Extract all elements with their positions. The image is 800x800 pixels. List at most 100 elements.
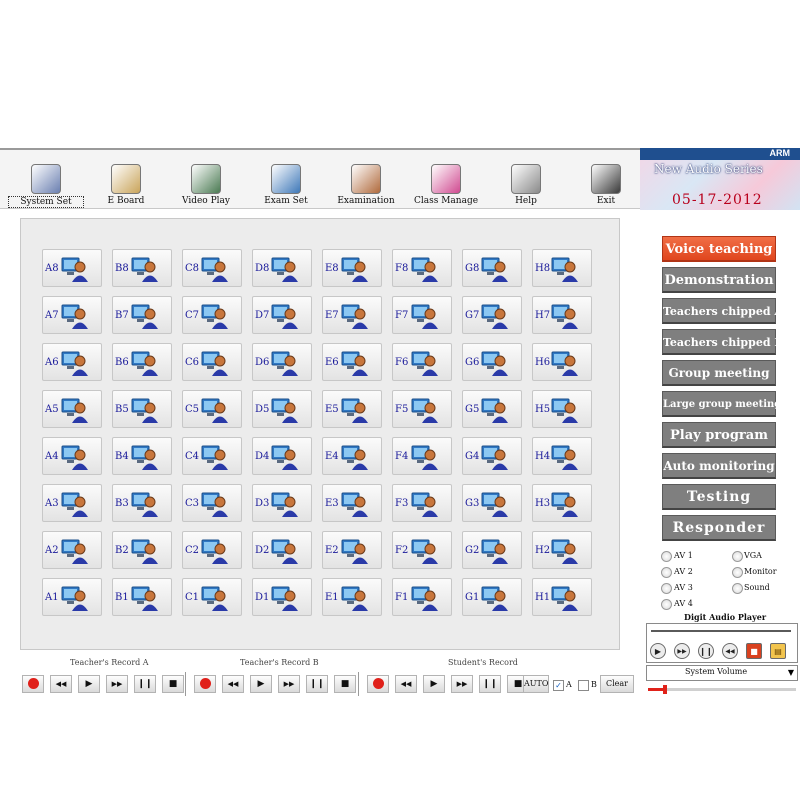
student-seat[interactable]: H3: [532, 484, 592, 522]
student-seat[interactable]: G8: [462, 249, 522, 287]
student-seat[interactable]: G1: [462, 578, 522, 616]
student-seat[interactable]: H6: [532, 343, 592, 381]
mode-voice-teaching-button[interactable]: Voice teaching: [662, 236, 776, 262]
chevron-down-icon[interactable]: ▼: [785, 666, 797, 680]
player-progress-track[interactable]: [651, 630, 791, 632]
toolbar-exit-button[interactable]: Exit: [568, 160, 644, 208]
play-icon[interactable]: ▶: [650, 643, 666, 659]
av-radio[interactable]: [661, 599, 672, 610]
student-seat[interactable]: F6: [392, 343, 452, 381]
fast-forward-icon[interactable]: ▶▶: [674, 643, 690, 659]
student-seat[interactable]: C5: [182, 390, 242, 428]
student-seat[interactable]: F5: [392, 390, 452, 428]
mode-teachers-chipped-a-button[interactable]: Teachers chipped A: [662, 298, 783, 324]
teacher-b-play-button[interactable]: ▶: [250, 675, 272, 693]
student-seat[interactable]: F3: [392, 484, 452, 522]
student-seat[interactable]: H1: [532, 578, 592, 616]
mode-testing-button[interactable]: Testing: [662, 484, 776, 510]
stop-icon[interactable]: ■: [746, 643, 762, 659]
teacher-b-fast-forward-button[interactable]: ▶▶: [278, 675, 300, 693]
student-seat[interactable]: E6: [322, 343, 382, 381]
student-seat[interactable]: A3: [42, 484, 102, 522]
record-a-checkbox[interactable]: ✓: [553, 680, 564, 691]
teacher-a-record-button[interactable]: [22, 675, 44, 693]
student-seat[interactable]: F8: [392, 249, 452, 287]
teacher-b-record-button[interactable]: [194, 675, 216, 693]
mode-auto-monitoring-button[interactable]: Auto monitoring: [662, 453, 776, 479]
teacher-a-rewind-button[interactable]: ◀◀: [50, 675, 72, 693]
student-seat[interactable]: F2: [392, 531, 452, 569]
student-seat[interactable]: A2: [42, 531, 102, 569]
teacher-a-pause-button[interactable]: ❙❙: [134, 675, 156, 693]
toolbar-examination-button[interactable]: Examination: [328, 160, 404, 208]
student-seat[interactable]: H2: [532, 531, 592, 569]
student-seat[interactable]: H4: [532, 437, 592, 475]
student-seat[interactable]: D6: [252, 343, 312, 381]
teacher-b-rewind-button[interactable]: ◀◀: [222, 675, 244, 693]
toolbar-system-set-button[interactable]: System Set: [8, 160, 84, 208]
record-b-checkbox[interactable]: [578, 680, 589, 691]
av-radio[interactable]: [732, 567, 743, 578]
student-seat[interactable]: D2: [252, 531, 312, 569]
open-folder-icon[interactable]: ▤: [770, 643, 786, 659]
student-seat[interactable]: E4: [322, 437, 382, 475]
mode-demonstration-button[interactable]: Demonstration: [662, 267, 776, 293]
toolbar-help-button[interactable]: Help: [488, 160, 564, 208]
student-seat[interactable]: G6: [462, 343, 522, 381]
student-seat[interactable]: A7: [42, 296, 102, 334]
toolbar-class-manage-button[interactable]: Class Manage: [408, 160, 484, 208]
student-seat[interactable]: C3: [182, 484, 242, 522]
student-seat[interactable]: D1: [252, 578, 312, 616]
teacher-a-play-button[interactable]: ▶: [78, 675, 100, 693]
toolbar-e-board-button[interactable]: E Board: [88, 160, 164, 208]
student-record-button[interactable]: [367, 675, 389, 693]
student-seat[interactable]: B2: [112, 531, 172, 569]
student-seat[interactable]: E2: [322, 531, 382, 569]
toolbar-video-play-button[interactable]: Video Play: [168, 160, 244, 208]
student-seat[interactable]: D7: [252, 296, 312, 334]
mode-responder-button[interactable]: Responder: [662, 515, 776, 541]
student-seat[interactable]: C8: [182, 249, 242, 287]
rewind-icon[interactable]: ◀◀: [722, 643, 738, 659]
student-seat[interactable]: D3: [252, 484, 312, 522]
volume-slider[interactable]: [648, 685, 796, 694]
student-seat[interactable]: C6: [182, 343, 242, 381]
student-seat[interactable]: A1: [42, 578, 102, 616]
auto-button[interactable]: AUTO: [523, 675, 549, 693]
student-seat[interactable]: B5: [112, 390, 172, 428]
student-seat[interactable]: E8: [322, 249, 382, 287]
student-pause-button[interactable]: ❙❙: [479, 675, 501, 693]
av-radio[interactable]: [732, 583, 743, 594]
clear-button[interactable]: Clear: [600, 675, 634, 693]
student-seat[interactable]: A4: [42, 437, 102, 475]
student-play-button[interactable]: ▶: [423, 675, 445, 693]
av-radio[interactable]: [661, 551, 672, 562]
student-seat[interactable]: G7: [462, 296, 522, 334]
student-seat[interactable]: G4: [462, 437, 522, 475]
student-seat[interactable]: F1: [392, 578, 452, 616]
mode-teachers-chipped-b-button[interactable]: Teachers chipped B: [662, 329, 784, 355]
mode-play-program-button[interactable]: Play program: [662, 422, 776, 448]
student-fast-forward-button[interactable]: ▶▶: [451, 675, 473, 693]
pause-icon[interactable]: ❙❙: [698, 643, 714, 659]
student-seat[interactable]: G5: [462, 390, 522, 428]
volume-slider-thumb[interactable]: [662, 685, 667, 694]
student-seat[interactable]: B1: [112, 578, 172, 616]
student-seat[interactable]: F4: [392, 437, 452, 475]
student-seat[interactable]: C4: [182, 437, 242, 475]
student-seat[interactable]: H8: [532, 249, 592, 287]
teacher-a-fast-forward-button[interactable]: ▶▶: [106, 675, 128, 693]
student-seat[interactable]: B7: [112, 296, 172, 334]
student-seat[interactable]: D4: [252, 437, 312, 475]
student-seat[interactable]: A5: [42, 390, 102, 428]
volume-source-select[interactable]: System Volume ▼: [646, 665, 798, 681]
student-seat[interactable]: A8: [42, 249, 102, 287]
av-radio[interactable]: [732, 551, 743, 562]
student-seat[interactable]: F7: [392, 296, 452, 334]
student-seat[interactable]: B6: [112, 343, 172, 381]
teacher-a-stop-button[interactable]: ■: [162, 675, 184, 693]
toolbar-exam-set-button[interactable]: Exam Set: [248, 160, 324, 208]
student-seat[interactable]: H5: [532, 390, 592, 428]
student-seat[interactable]: B4: [112, 437, 172, 475]
student-seat[interactable]: G2: [462, 531, 522, 569]
